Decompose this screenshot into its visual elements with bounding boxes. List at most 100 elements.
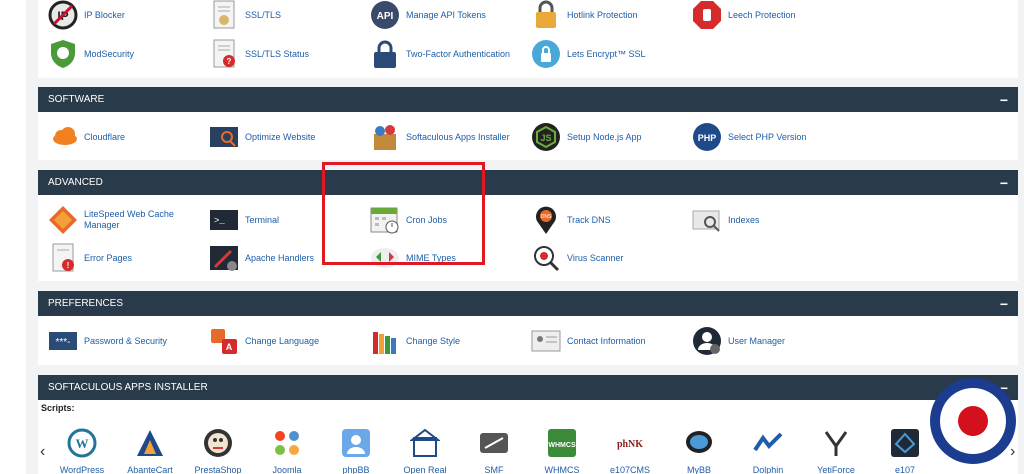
collapse-advanced-icon[interactable]: −	[1000, 176, 1008, 190]
carousel-prev-icon[interactable]: ‹	[40, 443, 45, 461]
palette-icon	[370, 326, 400, 356]
stop-hand-icon	[692, 0, 722, 30]
apache-handlers-link[interactable]: Apache Handlers	[209, 241, 314, 275]
apache-handlers-label: Apache Handlers	[245, 252, 315, 263]
left-sidebar-edge	[0, 0, 26, 474]
recording-target-button[interactable]	[930, 378, 1016, 464]
script-yetiforce[interactable]: YetiForce	[811, 428, 861, 474]
script-phpnuke[interactable]: phNK e107CMS	[605, 428, 655, 474]
softaculous-panel: SOFTACULOUS APPS INSTALLER −	[38, 375, 1018, 474]
select-php-link[interactable]: PHP Select PHP Version	[692, 120, 806, 154]
mime-types-link[interactable]: MIME Types	[370, 241, 456, 275]
setup-nodejs-link[interactable]: JS Setup Node.js App	[531, 120, 642, 154]
softaculous-header[interactable]: SOFTACULOUS APPS INSTALLER −	[38, 375, 1018, 400]
carousel-next-icon[interactable]: ›	[1010, 443, 1015, 461]
ssl-tls-status-link[interactable]: ? SSL/TLS Status	[209, 37, 309, 71]
error-pages-label: Error Pages	[84, 252, 133, 263]
advanced-title: ADVANCED	[48, 177, 103, 188]
script-whmcs[interactable]: WHMCS WHMCS	[537, 428, 587, 474]
software-header[interactable]: SOFTWARE −	[38, 87, 1018, 112]
collapse-preferences-icon[interactable]: −	[1000, 297, 1008, 311]
user-manager-icon	[692, 326, 722, 356]
error-page-icon: !	[48, 243, 78, 273]
script-e107[interactable]: e107	[880, 428, 930, 474]
security-panel: IP IP Blocker SSL/TLS API Manage API Tok…	[38, 0, 1018, 78]
contact-information-link[interactable]: Contact Information	[531, 324, 646, 358]
ip-blocker-icon: IP	[48, 0, 78, 30]
folder-search-icon	[692, 205, 722, 235]
error-pages-link[interactable]: ! Error Pages	[48, 241, 132, 275]
e107-icon	[890, 428, 920, 463]
ssl-tls-link[interactable]: SSL/TLS	[209, 0, 281, 32]
target-dot	[958, 406, 988, 436]
ssl-status-icon: ?	[209, 39, 239, 69]
script-joomla[interactable]: Joomla	[262, 428, 312, 474]
script-label: Dolphin	[752, 465, 784, 474]
script-openreal[interactable]: Open Real	[400, 428, 450, 474]
wordpress-icon: W	[67, 428, 97, 463]
indexes-link[interactable]: Indexes	[692, 203, 760, 237]
script-smf[interactable]: SMF	[469, 428, 519, 474]
modsecurity-label: ModSecurity	[84, 48, 135, 59]
password-security-link[interactable]: ***- Password & Security	[48, 324, 167, 358]
script-dolphin[interactable]: Dolphin	[743, 428, 793, 474]
dns-pin-icon: DNS	[531, 205, 561, 235]
leech-protection-link[interactable]: Leech Protection	[692, 0, 796, 32]
two-factor-link[interactable]: Two-Factor Authentication	[370, 37, 510, 71]
joomla-icon	[272, 428, 302, 463]
virus-icon	[531, 243, 561, 273]
script-prestashop[interactable]: PrestaShop	[193, 428, 243, 474]
litespeed-icon	[48, 205, 78, 235]
phpnuke-icon: phNK	[615, 428, 645, 463]
advanced-header[interactable]: ADVANCED −	[38, 170, 1018, 195]
script-mybb[interactable]: MyBB	[674, 428, 724, 474]
advanced-panel: ADVANCED − LiteSpeed Web Cache Manager >…	[38, 170, 1018, 281]
script-label: WordPress	[59, 465, 105, 474]
script-wordpress[interactable]: W WordPress	[57, 428, 107, 474]
smf-icon	[479, 428, 509, 463]
collapse-software-icon[interactable]: −	[1000, 93, 1008, 107]
litespeed-label: LiteSpeed Web Cache Manager	[84, 209, 174, 230]
hotlink-protection-link[interactable]: Hotlink Protection	[531, 0, 638, 32]
select-php-label: Select PHP Version	[728, 131, 807, 142]
virus-scanner-link[interactable]: Virus Scanner	[531, 241, 623, 275]
ip-blocker-label: IP Blocker	[84, 9, 125, 20]
softaculous-link[interactable]: Softaculous Apps Installer	[370, 120, 510, 154]
svg-text:***-: ***-	[55, 337, 70, 348]
apache-icon	[209, 243, 239, 273]
two-factor-label: Two-Factor Authentication	[406, 48, 511, 59]
mime-types-label: MIME Types	[406, 252, 456, 263]
change-style-link[interactable]: Change Style	[370, 324, 460, 358]
ssl-tls-status-label: SSL/TLS Status	[245, 48, 310, 59]
optimize-website-link[interactable]: Optimize Website	[209, 120, 315, 154]
ip-blocker-link[interactable]: IP IP Blocker	[48, 0, 125, 32]
softaculous-title: SOFTACULOUS APPS INSTALLER	[48, 382, 208, 393]
cloudflare-link[interactable]: Cloudflare	[48, 120, 125, 154]
modsecurity-link[interactable]: ModSecurity	[48, 37, 134, 71]
user-manager-link[interactable]: User Manager	[692, 324, 785, 358]
svg-text:W: W	[76, 436, 89, 451]
preferences-title: PREFERENCES	[48, 298, 124, 309]
lets-encrypt-link[interactable]: Lets Encrypt™ SSL	[531, 37, 646, 71]
script-label: AbanteCart	[127, 465, 173, 474]
terminal-link[interactable]: >_ Terminal	[209, 203, 279, 237]
script-label: e107CMS	[609, 465, 651, 474]
track-dns-link[interactable]: DNS Track DNS	[531, 203, 611, 237]
script-label: SMF	[484, 465, 504, 474]
preferences-header[interactable]: PREFERENCES −	[38, 291, 1018, 316]
litespeed-link[interactable]: LiteSpeed Web Cache Manager	[48, 203, 184, 237]
lets-encrypt-icon	[531, 39, 561, 69]
script-phpbb[interactable]: phpBB	[331, 428, 381, 474]
software-title: SOFTWARE	[48, 94, 105, 105]
terminal-icon: >_	[209, 205, 239, 235]
manage-api-tokens-link[interactable]: API Manage API Tokens	[370, 0, 486, 32]
script-abantecart[interactable]: AbanteCart	[125, 428, 175, 474]
api-icon: API	[370, 0, 400, 30]
virus-scanner-label: Virus Scanner	[567, 252, 624, 263]
track-dns-label: Track DNS	[567, 214, 611, 225]
setup-nodejs-label: Setup Node.js App	[567, 131, 642, 142]
svg-text:WHMCS: WHMCS	[548, 442, 576, 449]
cron-jobs-link[interactable]: Cron Jobs	[370, 203, 447, 237]
indexes-label: Indexes	[728, 214, 760, 225]
change-language-link[interactable]: A Change Language	[209, 324, 319, 358]
